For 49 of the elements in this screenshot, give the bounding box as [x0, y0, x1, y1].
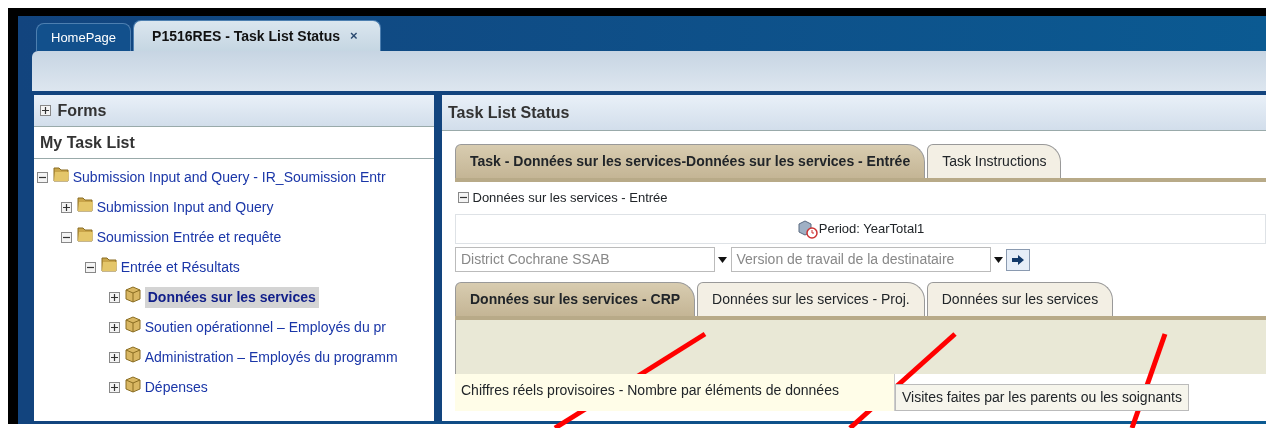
arrow-icon — [1011, 253, 1025, 266]
folder-icon — [51, 165, 70, 184]
cube-clock-icon — [796, 219, 819, 239]
tree-item[interactable]: Dépenses — [144, 376, 208, 398]
tab[interactable]: Données sur les services — [926, 282, 1114, 316]
grid-row-header: Chiffres réels provisoires - Nombre par éléments de données — [455, 374, 895, 411]
panel-title: Forms — [57, 100, 107, 121]
expand-icon[interactable] — [40, 105, 51, 116]
tab[interactable]: Task - Données sur les services-Données sur les services - Entrée — [455, 143, 926, 178]
close-button[interactable]: × — [350, 28, 358, 43]
folder-icon — [75, 225, 94, 244]
folder-icon — [75, 195, 94, 214]
tab[interactable]: Données sur les services - CRP — [455, 282, 696, 316]
box-icon — [123, 375, 142, 394]
grid-column-header: Visites faites par les parents ou les soignants — [895, 384, 1189, 411]
dropdown-field[interactable]: Version de travail de la destinataire — [730, 247, 991, 273]
tree-item[interactable]: Submission Input and Query — [96, 196, 274, 218]
box-icon — [123, 345, 142, 364]
panel-title: My Task List — [40, 132, 135, 153]
tree-item[interactable]: Soumission Entrée et requête — [96, 226, 282, 248]
collapse-icon[interactable] — [85, 261, 97, 273]
expand-icon[interactable] — [109, 351, 121, 363]
period-label: Period: YearTotal1 — [818, 220, 925, 239]
section-title: Données sur les services - Entrée — [472, 189, 668, 207]
go-button[interactable] — [1006, 248, 1030, 271]
collapse-icon[interactable] — [458, 192, 470, 204]
caret-icon[interactable] — [993, 256, 1003, 263]
expand-icon[interactable] — [109, 321, 121, 333]
tab[interactable]: HomePage — [36, 22, 132, 51]
caret-icon[interactable] — [718, 256, 728, 263]
tree-item[interactable]: Submission Input and Query - IR_Soumission Entr — [72, 166, 386, 188]
expand-icon[interactable] — [109, 291, 121, 303]
tab[interactable]: Données sur les services - Proj. — [697, 282, 925, 316]
folder-icon — [99, 255, 118, 274]
collapse-icon[interactable] — [61, 231, 73, 243]
forms-panel-header[interactable]: Forms — [34, 95, 434, 127]
box-icon — [123, 315, 142, 334]
dropdown-field[interactable]: District Cochrane SSAB — [455, 247, 715, 273]
collapse-icon[interactable] — [37, 171, 49, 183]
tree-item[interactable]: Données sur les services — [144, 286, 319, 308]
tab[interactable]: P1516RES - Task List Status × — [133, 20, 381, 51]
tree-item[interactable]: Administration – Employés du programm — [144, 346, 398, 368]
panel-title: Task List Status — [448, 102, 570, 123]
box-icon — [123, 285, 142, 304]
expand-icon[interactable] — [109, 381, 121, 393]
expand-icon[interactable] — [61, 201, 73, 213]
tree-item[interactable]: Entrée et Résultats — [120, 256, 240, 278]
tree-item[interactable]: Soutien opérationnel – Employés du pr — [144, 316, 387, 338]
tab[interactable]: Task Instructions — [927, 143, 1062, 178]
